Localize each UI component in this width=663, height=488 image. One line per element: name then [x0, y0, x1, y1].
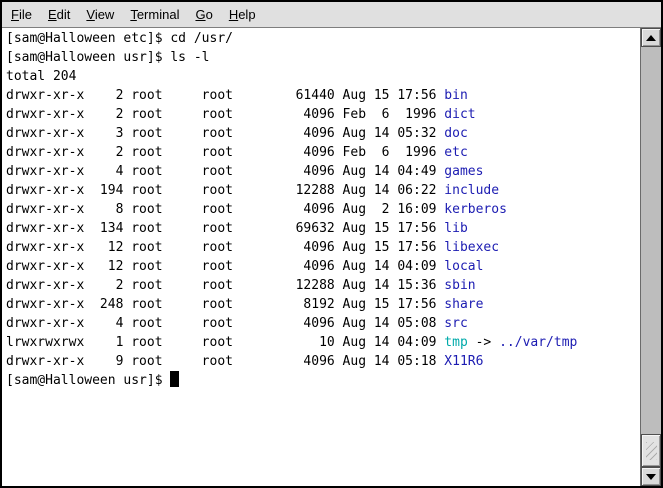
menu-item-mnemonic: T [130, 7, 137, 22]
file-name: X11R6 [444, 354, 483, 369]
terminal-output[interactable]: [sam@Halloween etc]$ cd /usr/ [sam@Hallow… [2, 28, 640, 486]
symlink-target: ../var/tmp [499, 335, 577, 350]
scroll-up-button[interactable] [641, 28, 661, 47]
terminal-text: drwxr-xr-x 12 root root 4096 Aug 14 04:0… [6, 259, 444, 274]
menu-item-terminal[interactable]: Terminal [122, 4, 187, 25]
terminal-line: drwxr-xr-x 2 root root 12288 Aug 14 15:3… [6, 276, 640, 295]
scrollbar-grip-icon [646, 442, 657, 460]
terminal-text: [sam@Halloween usr]$ [6, 373, 170, 388]
file-name: doc [444, 126, 467, 141]
scrollbar-trough[interactable] [641, 47, 661, 467]
terminal-text: [sam@Halloween etc]$ cd /usr/ [6, 31, 233, 46]
menu-item-mnemonic: H [229, 7, 238, 22]
terminal-text: lrwxrwxrwx 1 root root 10 Aug 14 04:09 [6, 335, 444, 350]
scroll-down-button[interactable] [641, 467, 661, 486]
terminal-text: drwxr-xr-x 2 root root 12288 Aug 14 15:3… [6, 278, 444, 293]
down-arrow-icon [646, 474, 656, 480]
scrollbar-thumb[interactable] [641, 434, 661, 467]
menu-item-mnemonic: V [86, 7, 94, 22]
file-name: games [444, 164, 483, 179]
block-cursor [170, 371, 179, 387]
terminal-text: drwxr-xr-x 2 root root 4096 Feb 6 1996 [6, 107, 444, 122]
menu-item-file[interactable]: File [3, 4, 40, 25]
terminal-text: drwxr-xr-x 12 root root 4096 Aug 15 17:5… [6, 240, 444, 255]
file-name: sbin [444, 278, 475, 293]
file-name: lib [444, 221, 467, 236]
terminal-line: [sam@Halloween usr]$ [6, 371, 640, 390]
terminal-text: drwxr-xr-x 248 root root 8192 Aug 15 17:… [6, 297, 444, 312]
terminal-line: drwxr-xr-x 8 root root 4096 Aug 2 16:09 … [6, 200, 640, 219]
terminal-line: drwxr-xr-x 2 root root 4096 Feb 6 1996 e… [6, 143, 640, 162]
terminal-line: drwxr-xr-x 12 root root 4096 Aug 14 04:0… [6, 257, 640, 276]
file-name: local [444, 259, 483, 274]
terminal-line: drwxr-xr-x 2 root root 61440 Aug 15 17:5… [6, 86, 640, 105]
terminal-text: total 204 [6, 69, 76, 84]
terminal-text: drwxr-xr-x 3 root root 4096 Aug 14 05:32 [6, 126, 444, 141]
terminal-line: [sam@Halloween usr]$ ls -l [6, 48, 640, 67]
scrollbar[interactable] [640, 28, 661, 486]
terminal-line: lrwxrwxrwx 1 root root 10 Aug 14 04:09 t… [6, 333, 640, 352]
file-name: etc [444, 145, 467, 160]
menu-item-mnemonic: E [48, 7, 57, 22]
terminal-text: drwxr-xr-x 8 root root 4096 Aug 2 16:09 [6, 202, 444, 217]
menu-item-view[interactable]: View [78, 4, 122, 25]
menu-item-go[interactable]: Go [187, 4, 220, 25]
terminal-text: drwxr-xr-x 2 root root 61440 Aug 15 17:5… [6, 88, 444, 103]
terminal-text: drwxr-xr-x 134 root root 69632 Aug 15 17… [6, 221, 444, 236]
terminal-line: drwxr-xr-x 194 root root 12288 Aug 14 06… [6, 181, 640, 200]
menu-bar: FileEditViewTerminalGoHelp [2, 2, 661, 28]
terminal-line: drwxr-xr-x 134 root root 69632 Aug 15 17… [6, 219, 640, 238]
terminal-line: drwxr-xr-x 12 root root 4096 Aug 15 17:5… [6, 238, 640, 257]
menu-item-edit[interactable]: Edit [40, 4, 78, 25]
terminal-line: drwxr-xr-x 9 root root 4096 Aug 14 05:18… [6, 352, 640, 371]
file-name: share [444, 297, 483, 312]
terminal-text: drwxr-xr-x 9 root root 4096 Aug 14 05:18 [6, 354, 444, 369]
menu-item-mnemonic: G [195, 7, 205, 22]
terminal-line: drwxr-xr-x 2 root root 4096 Feb 6 1996 d… [6, 105, 640, 124]
file-name: bin [444, 88, 467, 103]
file-name: dict [444, 107, 475, 122]
file-name: libexec [444, 240, 499, 255]
terminal-line: total 204 [6, 67, 640, 86]
terminal-text: [sam@Halloween usr]$ ls -l [6, 50, 210, 65]
file-name: include [444, 183, 499, 198]
terminal-text: drwxr-xr-x 2 root root 4096 Feb 6 1996 [6, 145, 444, 160]
up-arrow-icon [646, 35, 656, 41]
terminal-main-area: [sam@Halloween etc]$ cd /usr/ [sam@Hallow… [2, 28, 661, 486]
terminal-line: drwxr-xr-x 248 root root 8192 Aug 15 17:… [6, 295, 640, 314]
file-name: kerberos [444, 202, 507, 217]
terminal-line: drwxr-xr-x 3 root root 4096 Aug 14 05:32… [6, 124, 640, 143]
terminal-window: FileEditViewTerminalGoHelp [sam@Hallowee… [0, 0, 663, 488]
file-name: src [444, 316, 467, 331]
terminal-line: [sam@Halloween etc]$ cd /usr/ [6, 29, 640, 48]
terminal-text: drwxr-xr-x 4 root root 4096 Aug 14 05:08 [6, 316, 444, 331]
menu-item-mnemonic: F [11, 7, 19, 22]
terminal-line: drwxr-xr-x 4 root root 4096 Aug 14 04:49… [6, 162, 640, 181]
terminal-line: drwxr-xr-x 4 root root 4096 Aug 14 05:08… [6, 314, 640, 333]
menu-item-help[interactable]: Help [221, 4, 264, 25]
terminal-text: drwxr-xr-x 194 root root 12288 Aug 14 06… [6, 183, 444, 198]
terminal-text: drwxr-xr-x 4 root root 4096 Aug 14 04:49 [6, 164, 444, 179]
file-name: tmp [444, 335, 467, 350]
terminal-text: -> [468, 335, 499, 350]
